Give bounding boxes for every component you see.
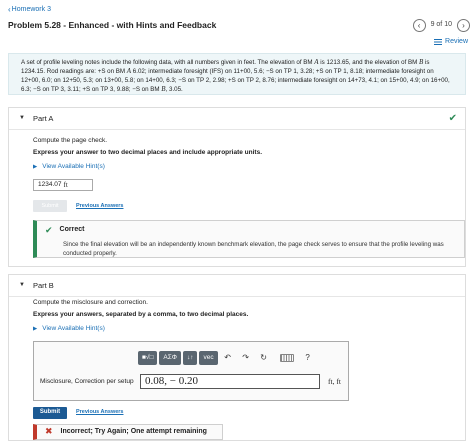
next-problem-button[interactable]: › bbox=[457, 19, 470, 32]
back-link-label: Homework 3 bbox=[11, 5, 51, 13]
problem-title: Problem 5.28 - Enhanced - with Hints and… bbox=[8, 20, 217, 30]
list-icon bbox=[434, 39, 443, 46]
part-b-submit-button[interactable]: Submit bbox=[33, 407, 67, 419]
part-a-hints-toggle[interactable]: ▶ View Available Hint(s) bbox=[33, 163, 105, 171]
check-icon: ✔ bbox=[45, 225, 53, 235]
problem-counter: 9 of 10 bbox=[430, 21, 452, 29]
part-b-title: Part B bbox=[32, 280, 54, 290]
feedback-title: Correct bbox=[59, 226, 85, 234]
answer-unit: ft bbox=[63, 180, 68, 189]
help-icon[interactable]: ? bbox=[300, 351, 316, 365]
hints-label: View Available Hint(s) bbox=[42, 163, 105, 170]
problem-text: , 3.05. bbox=[165, 85, 183, 93]
answer-label: Misclosure, Correction per setup bbox=[40, 378, 134, 385]
check-icon: ✔ bbox=[448, 113, 457, 124]
part-b-hints-toggle[interactable]: ▶ View Available Hint(s) bbox=[33, 325, 105, 333]
templates-button[interactable]: ■√□ bbox=[138, 351, 158, 365]
feedback-incorrect-text: Incorrect; Try Again; One attempt remain… bbox=[60, 427, 207, 435]
x-icon: ✖ bbox=[45, 426, 53, 437]
top-bar: ‹ Homework 3 Problem 5.28 - Enhanced - w… bbox=[0, 0, 474, 47]
keyboard-icon[interactable] bbox=[279, 354, 294, 362]
chevron-right-icon: › bbox=[462, 20, 465, 30]
expand-triangle-icon: ▶ bbox=[33, 163, 38, 170]
hints-label: View Available Hint(s) bbox=[42, 325, 105, 332]
vector-button[interactable]: vec bbox=[199, 351, 218, 365]
part-b-feedback: ✖ Incorrect; Try Again; One attempt rema… bbox=[33, 424, 223, 440]
chevron-left-icon: ‹ bbox=[8, 5, 11, 14]
redo-icon[interactable]: ↷ bbox=[238, 351, 254, 365]
review-label: Review bbox=[445, 38, 468, 45]
review-link[interactable]: Review bbox=[434, 38, 468, 47]
problem-statement: A set of profile leveling notes include … bbox=[8, 53, 466, 95]
math-answer-editor: ■√□ AΣΦ ↓↑ vec ↶ ↷ ↻ ? Misclosure, Corre… bbox=[33, 341, 349, 401]
feedback-body: Since the final elevation will be an ind… bbox=[63, 241, 444, 257]
problem-text: A set of profile leveling notes include … bbox=[21, 59, 315, 66]
collapse-triangle-icon: ▼ bbox=[19, 114, 25, 121]
part-b-instruction: Express your answers, separated by a com… bbox=[33, 311, 249, 318]
part-a-instruction: Express your answer to two decimal place… bbox=[33, 149, 263, 156]
part-a-header[interactable]: ▼ Part A ✔ bbox=[9, 108, 465, 130]
chevron-left-icon: ‹ bbox=[417, 20, 421, 30]
part-b-question: Compute the misclosure and correction. bbox=[33, 299, 148, 306]
part-a-previous-answers-link[interactable]: Previous Answers bbox=[76, 203, 123, 210]
subscript-superscript-button[interactable]: ↓↑ bbox=[182, 351, 198, 365]
part-a-question: Compute the page check. bbox=[33, 137, 108, 144]
expand-triangle-icon: ▶ bbox=[33, 325, 38, 332]
back-to-homework-link[interactable]: ‹ Homework 3 bbox=[8, 5, 51, 15]
reset-icon[interactable]: ↻ bbox=[256, 351, 272, 365]
collapse-triangle-icon: ▼ bbox=[19, 281, 25, 288]
part-a-answer-field: 1234.07 ft bbox=[33, 179, 93, 191]
answer-value: 1234.07 bbox=[38, 180, 62, 188]
greek-symbols-button[interactable]: AΣΦ bbox=[159, 351, 181, 365]
answer-units: ft, ft bbox=[328, 377, 341, 386]
part-a-section: ▼ Part A ✔ Compute the page check. Expre… bbox=[8, 107, 466, 267]
math-toolbar: ■√□ AΣΦ ↓↑ vec ↶ ↷ ↻ ? bbox=[138, 350, 318, 366]
misclosure-correction-input[interactable]: 0.08, − 0.20 bbox=[140, 374, 320, 389]
part-b-previous-answers-link[interactable]: Previous Answers bbox=[76, 409, 123, 416]
part-a-feedback: ✔ Correct Since the final elevation will… bbox=[33, 220, 465, 258]
part-b-header[interactable]: ▼ Part B bbox=[9, 275, 465, 297]
problem-navigation: ‹ 9 of 10 › bbox=[412, 19, 470, 32]
undo-icon[interactable]: ↶ bbox=[220, 351, 236, 365]
problem-text: is 1213.65, and the elevation of BM bbox=[318, 59, 420, 66]
part-b-section: ▼ Part B Compute the misclosure and corr… bbox=[8, 274, 466, 441]
previous-problem-button[interactable]: ‹ bbox=[412, 19, 426, 32]
part-a-title: Part A bbox=[32, 113, 54, 123]
part-a-submit-button: Submit bbox=[33, 200, 67, 212]
